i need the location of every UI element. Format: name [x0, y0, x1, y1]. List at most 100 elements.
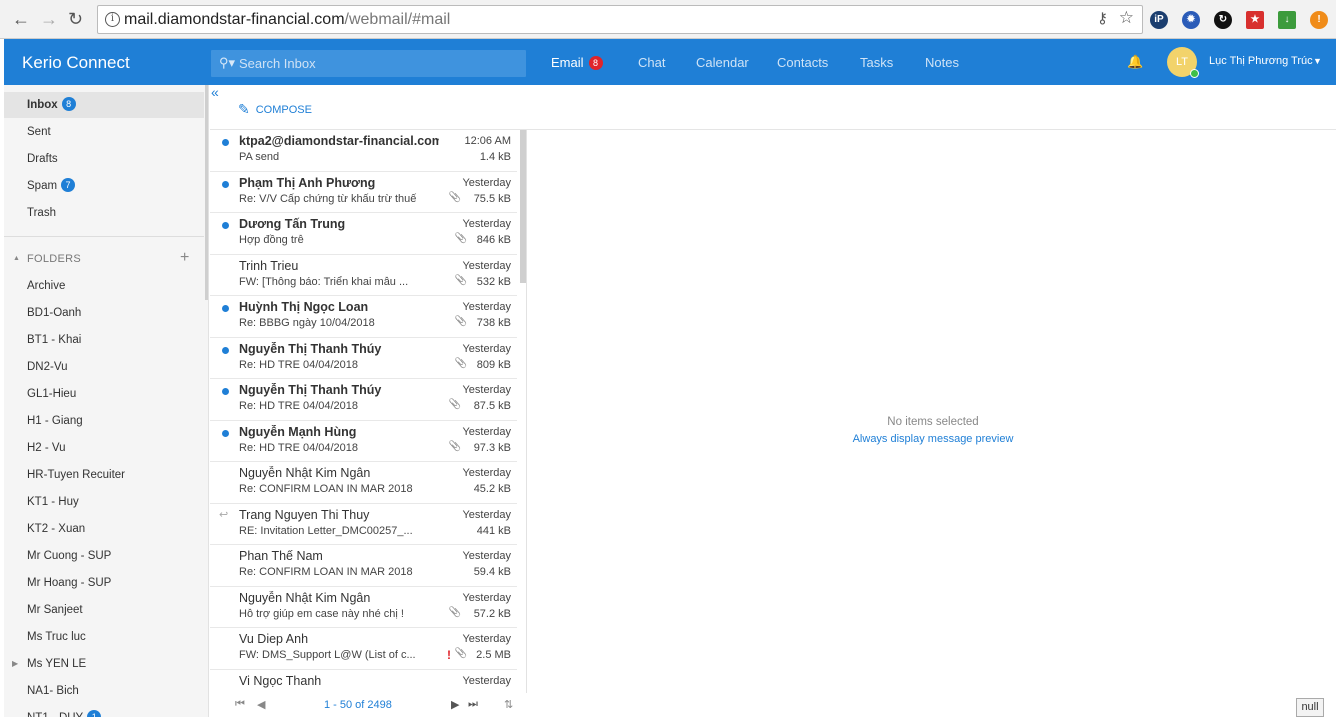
message-subject: FW: [Thông báo: Triển khai mẫu ... [239, 275, 409, 288]
search-icon[interactable]: ⚲▾ [219, 55, 235, 71]
forward-icon[interactable]: → [40, 9, 58, 29]
expand-triangle-icon[interactable]: ▶ [12, 651, 18, 677]
sidebar-folder-item[interactable]: KT2 - Xuan [4, 516, 204, 542]
unread-dot-icon [222, 388, 229, 395]
message-subject: Re: CONFIRM LOAN IN MAR 2018 [239, 483, 413, 495]
message-list-scrollbar[interactable] [520, 130, 526, 283]
paperclip-icon: 📎 [454, 274, 467, 286]
message-subject: Hợp đồng trễ [239, 234, 304, 246]
first-page-icon[interactable]: ⏮ [235, 698, 245, 711]
always-display-preview-link[interactable]: Always display message preview [850, 433, 1016, 445]
tab-email[interactable]: Email 8 [551, 55, 603, 70]
message-row[interactable]: Huỳnh Thị Ngọc Loan Re: BBBG ngày 10/04/2… [210, 296, 517, 338]
message-subject: Hỗ trợ giúp em case này nhé chị ! [239, 607, 404, 620]
sidebar-folder-item[interactable]: BT1 - Khai [4, 327, 204, 353]
tab-notes[interactable]: Notes [925, 55, 959, 70]
message-row[interactable]: ↩ Trang Nguyen Thi Thuy RE: Invitation Let… [210, 504, 517, 545]
sidebar-folder-item[interactable]: NT1 - DUY 1 [4, 705, 204, 717]
null-button[interactable]: null [1296, 698, 1324, 717]
message-size: 57.2 kB [473, 607, 511, 620]
tab-calendar[interactable]: Calendar [696, 55, 749, 70]
unread-dot-icon [222, 346, 229, 354]
sidebar-folder-item[interactable]: DN2-Vu [4, 354, 204, 380]
info-icon[interactable]: i [105, 12, 120, 27]
sidebar-folder-item[interactable]: Ms Truc luc [4, 624, 204, 650]
sidebar-folder-label: BT1 - Khai [27, 334, 82, 346]
sidebar-scrollbar[interactable] [205, 85, 208, 300]
extension-flag-icon[interactable]: ★ [1246, 11, 1264, 29]
collapse-sidebar-icon[interactable]: « [211, 84, 219, 100]
message-row[interactable]: Nguyễn Thị Thanh Thúy Re: HD TRE 04/04/20… [210, 379, 517, 421]
sidebar-folder-label: KT1 - Huy [27, 496, 79, 508]
sidebar-folder-item[interactable]: HR-Tuyen Recuiter [4, 462, 204, 488]
search-box[interactable]: ⚲▾ [211, 50, 526, 77]
extension-alert-icon[interactable]: ! [1310, 11, 1328, 29]
message-row[interactable]: Vi Ngọc Thanh Yesterday [210, 670, 517, 694]
avatar[interactable]: LT [1167, 47, 1199, 78]
sidebar-folder-label: Archive [27, 280, 66, 292]
message-row[interactable]: Nguyễn Mạnh Hùng Re: HD TRE 04/04/2018 Yes… [210, 421, 517, 462]
sort-icon[interactable]: ⇅ [504, 698, 513, 711]
message-row[interactable]: ktpa2@diamondstar-financial.com PA send 12… [210, 130, 517, 172]
sidebar-folder-item[interactable]: NA1- Bich [4, 678, 204, 704]
sidebar-item-drafts[interactable]: Drafts [4, 146, 204, 172]
sidebar-item-spam[interactable]: Spam 7 [4, 173, 204, 199]
sidebar-folder-item[interactable]: KT1 - Huy [4, 489, 204, 515]
extension-gear-icon[interactable]: ✹ [1182, 11, 1200, 29]
user-name[interactable]: Lục Thị Phương Trúc [1209, 55, 1313, 67]
collapse-triangle-icon[interactable]: ▲ [13, 255, 20, 262]
message-time: Yesterday [462, 674, 511, 687]
key-icon[interactable]: ⚷ [1097, 9, 1108, 27]
message-time: Yesterday [462, 425, 511, 438]
bell-icon[interactable]: 🔔 [1127, 54, 1143, 70]
sidebar-folder-item[interactable]: BD1-Oanh [4, 300, 204, 326]
sidebar-folder-item[interactable]: H1 - Giang [4, 408, 204, 434]
sidebar-folder-item[interactable]: Archive [4, 273, 204, 299]
sidebar-folder-item[interactable]: Mr Sanjeet [4, 597, 204, 623]
extension-download-icon[interactable]: ↓ [1278, 11, 1296, 29]
sidebar-item-label: Spam [27, 180, 58, 192]
last-page-icon[interactable]: ⏭ [468, 698, 478, 711]
search-input[interactable] [239, 53, 519, 73]
message-row[interactable]: Nguyễn Thị Thanh Thúy Re: HD TRE 04/04/20… [210, 338, 517, 379]
sidebar-folder-item[interactable]: ▶ Ms YEN LE [4, 651, 204, 677]
bookmark-star-icon[interactable]: ☆ [1119, 8, 1134, 28]
message-row[interactable]: Nguyễn Nhật Kim Ngân Hỗ trợ giúp em case … [210, 587, 517, 628]
add-folder-icon[interactable]: + [180, 249, 189, 267]
replied-icon: ↩ [219, 508, 229, 521]
message-sender: Vu Diep Anh [239, 632, 309, 646]
extension-sync-icon[interactable]: ↻ [1214, 11, 1232, 29]
next-page-icon[interactable]: ▶ [451, 698, 459, 711]
brand-logo[interactable]: Kerio Connect [22, 53, 130, 73]
sidebar-folder-item[interactable]: GL1-Hieu [4, 381, 204, 407]
reload-icon[interactable]: ↻ [68, 9, 83, 29]
folder-unread-badge: 1 [87, 710, 102, 717]
back-icon[interactable]: ← [12, 9, 30, 29]
tab-contacts[interactable]: Contacts [777, 55, 828, 70]
tab-tasks[interactable]: Tasks [860, 55, 893, 70]
message-sender: Phan Thế Nam [239, 549, 323, 563]
message-row[interactable]: Phan Thế Nam Re: CONFIRM LOAN IN MAR 2018… [210, 545, 517, 587]
tab-chat[interactable]: Chat [638, 55, 665, 70]
sidebar-item-trash[interactable]: Trash [4, 200, 204, 226]
sidebar-folder-item[interactable]: H2 - Vu [4, 435, 204, 461]
message-size: 738 kB [476, 317, 511, 329]
address-bar[interactable]: i mail.diamondstar-financial.com/webmail… [97, 5, 1143, 34]
compose-button[interactable]: ✎ COMPOSE [238, 101, 312, 118]
paperclip-icon: 📎 [448, 191, 461, 203]
message-row[interactable]: Dương Tấn Trung Hợp đồng trễ Yesterday 846 … [210, 213, 517, 255]
extension-ip-icon[interactable]: iP [1150, 11, 1168, 29]
message-row[interactable]: Nguyễn Nhật Kim Ngân Re: CONFIRM LOAN IN … [210, 462, 517, 504]
message-row[interactable]: Vu Diep Anh FW: DMS_Support L@W (List of … [210, 628, 517, 670]
message-sender: Nguyễn Nhật Kim Ngân [239, 590, 371, 605]
message-row[interactable]: Trinh Trieu FW: [Thông báo: Triển khai mẫ… [210, 255, 517, 296]
no-items-text: No items selected [887, 416, 979, 428]
sidebar-item-inbox[interactable]: Inbox 8 [4, 92, 204, 118]
message-row[interactable]: Phạm Thị Anh Phương Re: V/V Cấp chứng từ … [210, 172, 517, 213]
message-time: Yesterday [462, 176, 511, 189]
chevron-down-icon[interactable]: ▼ [1313, 56, 1322, 66]
prev-page-icon[interactable]: ◀ [257, 698, 265, 711]
sidebar-item-sent[interactable]: Sent [4, 119, 204, 145]
sidebar-folder-item[interactable]: Mr Cuong - SUP [4, 543, 204, 569]
sidebar-folder-item[interactable]: Mr Hoang - SUP [4, 570, 204, 596]
